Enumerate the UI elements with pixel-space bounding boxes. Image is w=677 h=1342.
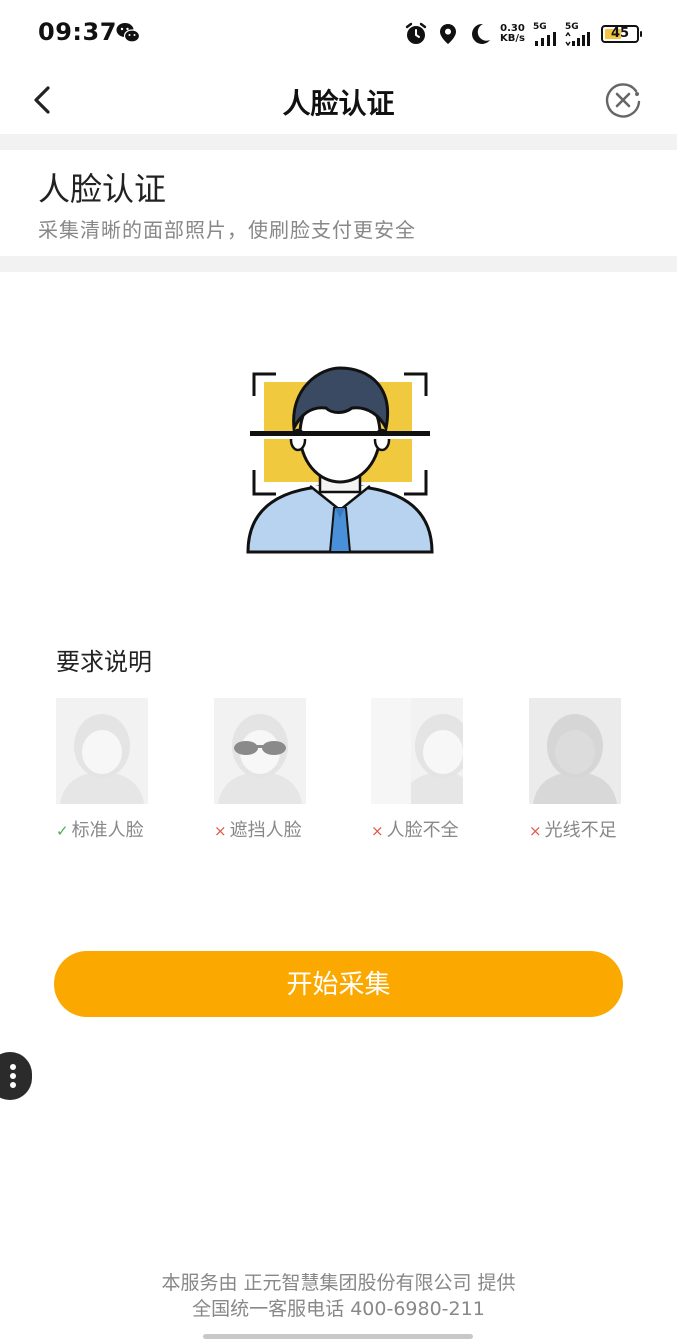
sample-covered-face: × 遮挡人脸 [214,698,314,842]
signal-icon [565,31,590,46]
requirement-samples: ✓ 标准人脸 × 遮挡人脸 × 人脸不全 × 光线不足 [0,698,677,841]
sample-label: 人脸不全 [386,820,459,841]
signal-icon [535,31,556,46]
wechat-icon [116,23,140,43]
footer: 本服务由 正元智慧集团股份有限公司 提供 全国统一客服电话 400-6980-2… [0,1270,677,1322]
sample-label: 光线不足 [544,820,617,841]
status-time: 09:37 [38,18,117,46]
signal-5g-2: 5G [565,22,593,46]
standard-face-icon [56,698,148,804]
divider [0,256,677,272]
sample-partial-face: × 人脸不全 [371,698,475,842]
close-circle-icon[interactable] [603,80,643,120]
dark-face-icon [529,698,621,804]
divider [0,134,677,150]
footer-provider: 本服务由 正元智慧集团股份有限公司 提供 [161,1272,516,1294]
sample-label: 遮挡人脸 [229,820,302,841]
page-title: 人脸认证 [282,87,395,120]
location-icon [440,24,457,44]
sunglasses-face-icon [214,698,306,804]
nav-header: 人脸认证 [0,68,677,134]
floating-menu-button[interactable] [0,1052,32,1100]
alarm-icon [405,22,427,44]
intro-subtitle: 采集清晰的面部照片，使刷脸支付更安全 [38,218,416,242]
intro-title: 人脸认证 [38,170,167,208]
home-indicator[interactable] [203,1334,473,1339]
moon-icon [472,23,491,44]
sample-standard-face: ✓ 标准人脸 [56,698,156,842]
battery-icon: 45 [601,25,642,43]
sample-label: 标准人脸 [71,820,144,841]
status-bar: 09:37 0.30 KB/s 5G 5G 45 [0,0,677,68]
intro-section: 人脸认证 采集清晰的面部照片，使刷脸支付更安全 [0,150,677,256]
requirements-title: 要求说明 [56,648,152,676]
face-scan-illustration [246,366,434,554]
footer-hotline: 全国统一客服电话 400-6980-211 [192,1298,485,1320]
start-capture-button[interactable]: 开始采集 [54,951,623,1017]
network-speed: 0.30 KB/s [500,23,525,44]
signal-5g-1: 5G [533,22,557,46]
sample-low-light: × 光线不足 [529,698,629,842]
partial-face-icon [371,698,475,804]
